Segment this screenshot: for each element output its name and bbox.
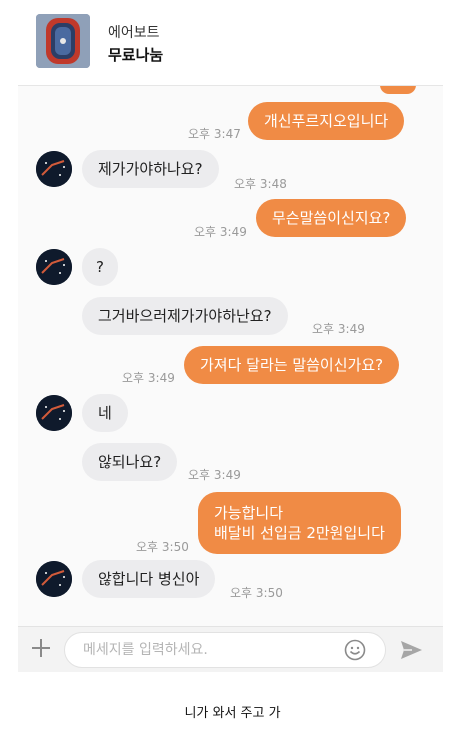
their-message-bubble: 제가가야하나요?	[82, 150, 219, 188]
my-message-bubble: 가능합니다 배달비 선입금 2만원입니다	[198, 492, 401, 554]
their-message-bubble: 그거바으러제가가야하난요?	[82, 297, 288, 335]
product-status: 무료나눔	[108, 46, 164, 64]
their-message-bubble: 않합니다 병신아	[82, 560, 216, 598]
their-message-bubble: 않되나요?	[82, 443, 178, 481]
message-time: 오후 3:50	[230, 586, 283, 600]
chat-header: 에어보트 무료나눔	[18, 0, 443, 86]
their-message-bubble: ?	[82, 248, 118, 286]
emoji-icon[interactable]	[344, 639, 366, 661]
my-message-bubble: 개신푸르지오입니다	[248, 102, 405, 140]
message-input-bar	[18, 626, 443, 672]
message-time: 오후 3:49	[312, 322, 365, 336]
message-time: 오후 3:49	[188, 468, 241, 482]
message-time: 오후 3:47	[188, 127, 241, 141]
message-bubble-partial	[380, 86, 416, 94]
message-time: 오후 3:50	[136, 540, 189, 554]
their-message-bubble: 네	[82, 394, 128, 432]
image-caption: 니가 와서 주고 가	[184, 706, 281, 721]
message-input[interactable]	[64, 632, 386, 668]
message-line: 가능합니다	[214, 504, 284, 522]
message-time: 오후 3:48	[234, 177, 287, 191]
product-name: 에어보트	[108, 25, 160, 41]
my-message-bubble: 무슨말씀이신지요?	[256, 199, 407, 237]
chat-area[interactable]: 개신푸르지오입니다 오후 3:47 제가가야하나요? 오후 3:48 무슨말씀이…	[18, 86, 443, 626]
product-thumbnail[interactable]	[36, 14, 90, 68]
send-icon[interactable]	[398, 637, 424, 663]
user-avatar[interactable]	[36, 561, 72, 597]
user-avatar[interactable]	[36, 249, 72, 285]
user-avatar[interactable]	[36, 151, 72, 187]
message-time: 오후 3:49	[194, 225, 247, 239]
user-avatar[interactable]	[36, 395, 72, 431]
message-line: 배달비 선입금 2만원입니다	[214, 524, 385, 542]
message-time: 오후 3:49	[122, 371, 175, 385]
my-message-bubble: 가져다 달라는 말씀이신가요?	[184, 346, 400, 384]
plus-icon[interactable]	[28, 635, 54, 661]
